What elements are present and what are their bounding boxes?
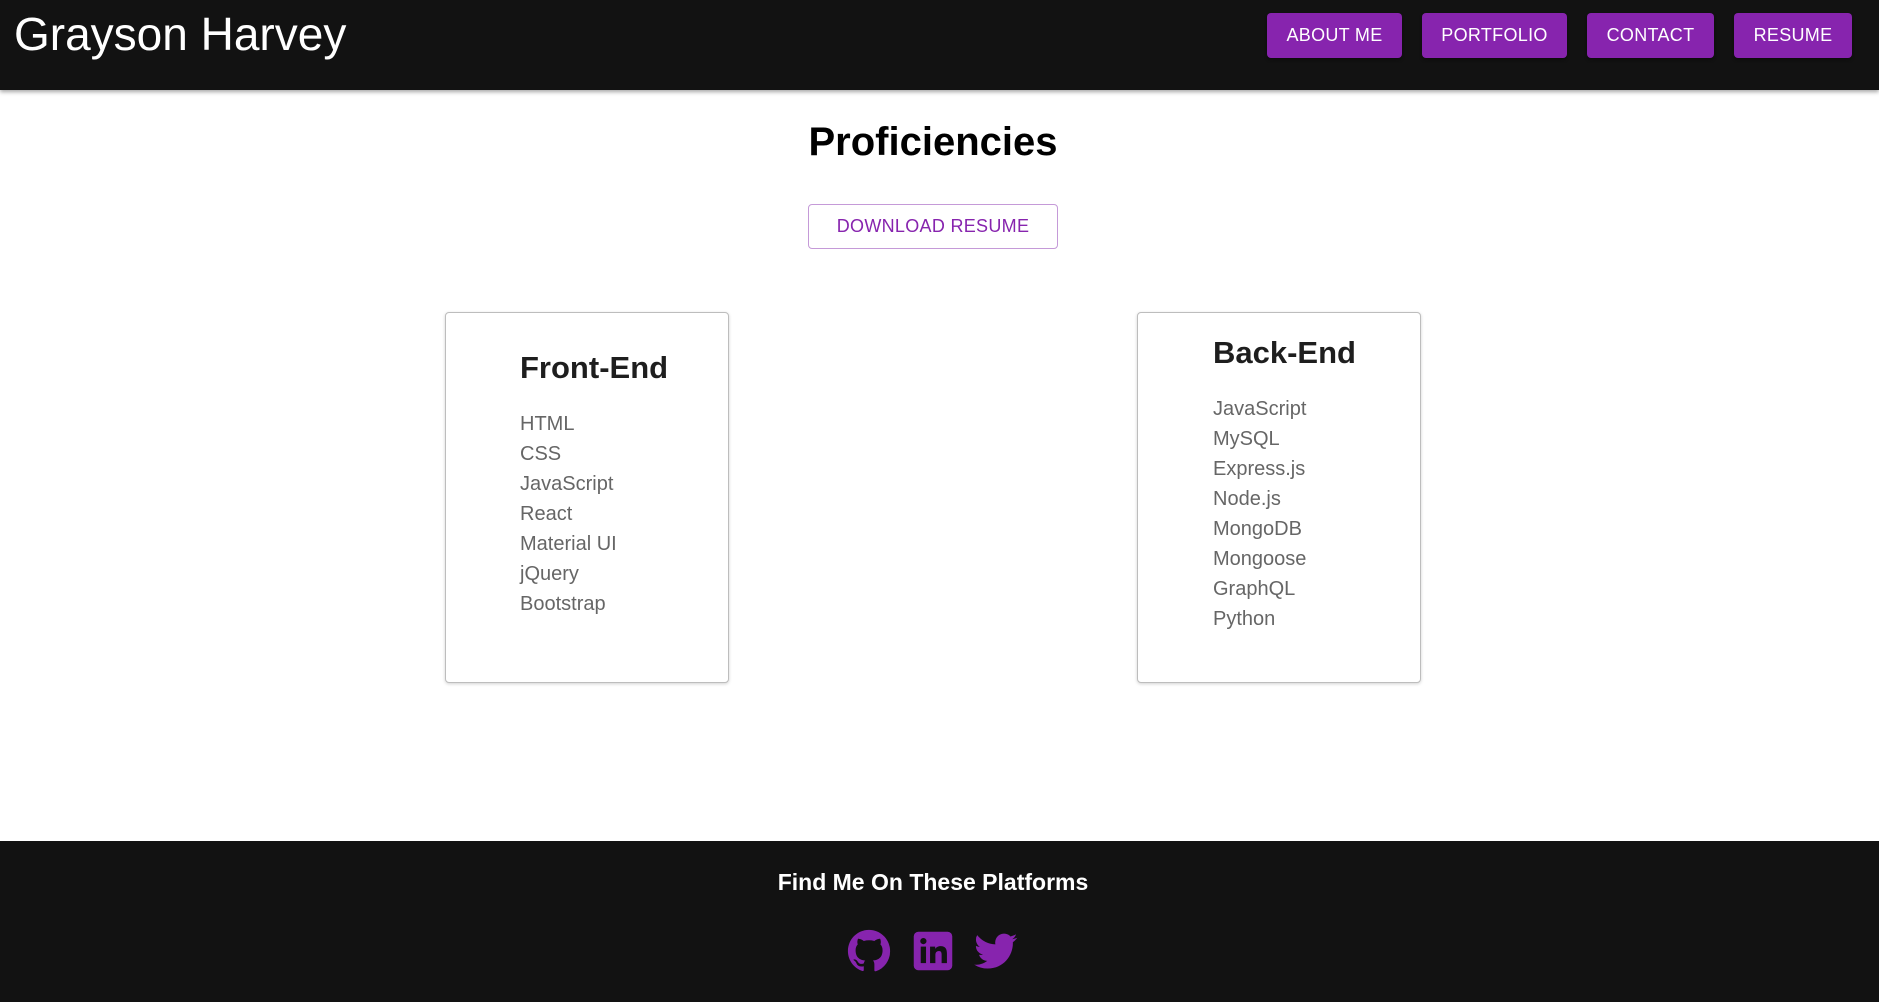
github-icon[interactable]: [847, 929, 891, 973]
footer-title: Find Me On These Platforms: [777, 869, 1089, 895]
twitter-icon[interactable]: [974, 929, 1018, 973]
site-footer: Find Me On These Platforms: [0, 841, 1879, 1002]
nav-contact-button[interactable]: CONTACT: [1587, 13, 1714, 58]
back-end-card: Back-End JavaScript MySQL Express.js Nod…: [1137, 312, 1421, 683]
list-item: Material UI: [520, 533, 617, 555]
list-item: MySQL: [1213, 428, 1280, 450]
list-item: Mongoose: [1213, 548, 1307, 570]
list-item: GraphQL: [1213, 578, 1296, 600]
nav-resume-button[interactable]: RESUME: [1734, 13, 1852, 58]
list-item: Node.js: [1213, 488, 1281, 510]
list-item: JavaScript: [1213, 398, 1307, 420]
nav-portfolio-button[interactable]: PORTFOLIO: [1422, 13, 1567, 58]
list-item: jQuery: [520, 563, 579, 585]
list-item: Express.js: [1213, 458, 1306, 480]
card-title: Front-End: [520, 350, 669, 385]
list-item: Bootstrap: [520, 593, 606, 615]
list-item: Python: [1213, 608, 1276, 630]
skill-list: JavaScript MySQL Express.js Node.js Mong…: [1213, 394, 1306, 634]
list-item: CSS: [520, 443, 562, 465]
nav-about-me-button[interactable]: ABOUT ME: [1267, 13, 1402, 58]
list-item: MongoDB: [1213, 518, 1302, 540]
card-title: Back-End: [1213, 335, 1356, 370]
page-title: Proficiencies: [808, 120, 1058, 164]
list-item: HTML: [520, 413, 575, 435]
site-title: Grayson Harvey: [14, 8, 347, 60]
list-item: React: [520, 503, 573, 525]
site-header: Grayson Harvey ABOUT ME PORTFOLIO CONTAC…: [0, 0, 1879, 90]
skill-list: HTML CSS JavaScript React Material UI jQ…: [520, 409, 617, 619]
download-resume-button[interactable]: DOWNLOAD RESUME: [808, 204, 1058, 249]
list-item: JavaScript: [520, 473, 614, 495]
front-end-card: Front-End HTML CSS JavaScript React Mate…: [445, 312, 729, 683]
linkedin-icon[interactable]: [911, 929, 955, 973]
